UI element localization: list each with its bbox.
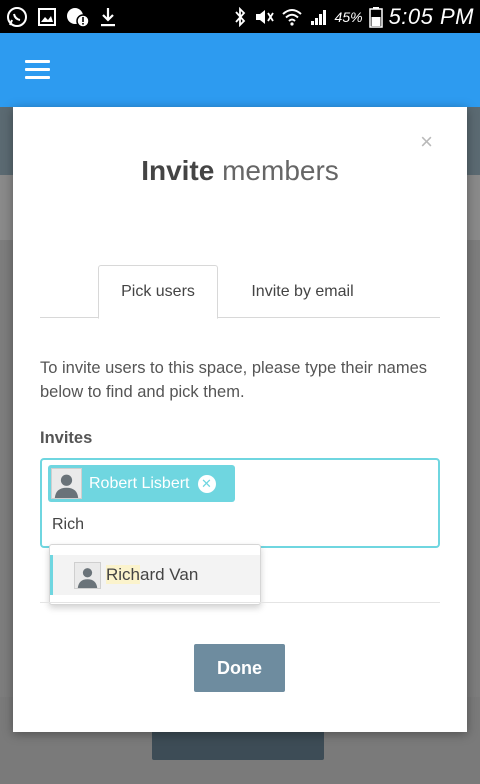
- suggestion-match-highlight: Rich: [106, 565, 141, 584]
- selected-user-chip: Robert Lisbert ✕: [48, 465, 235, 502]
- gallery-icon: [38, 7, 56, 26]
- battery-icon: [368, 6, 383, 28]
- bluetooth-icon: [234, 6, 245, 27]
- download-icon: [101, 7, 115, 26]
- done-button[interactable]: Done: [194, 644, 285, 692]
- remove-user-icon[interactable]: ✕: [197, 474, 216, 493]
- instructions-text: To invite users to this space, please ty…: [40, 359, 428, 401]
- signal-icon: [310, 9, 326, 25]
- whatsapp-icon: [7, 6, 27, 27]
- battery-percent: 45%: [334, 8, 363, 25]
- suggestion-item[interactable]: Richard Van: [50, 555, 260, 595]
- invite-members-modal: × Invite members Pick users Invite by em…: [13, 107, 467, 732]
- modal-title-rest: members: [222, 155, 339, 186]
- tab-pick-users[interactable]: Pick users: [98, 265, 218, 319]
- status-time: 5:05 PM: [388, 3, 474, 29]
- status-bar-system: 45% 5:05 PM: [233, 4, 474, 30]
- app-bar: [0, 33, 480, 107]
- invite-tabs: Pick users Invite by email: [40, 265, 440, 319]
- user-suggestions-dropdown: Richard Van: [49, 544, 261, 605]
- suggestion-name: Richard Van: [106, 565, 198, 585]
- user-search-input[interactable]: [52, 512, 422, 538]
- modal-title: Invite members: [13, 155, 467, 187]
- user-avatar-icon: [74, 561, 101, 589]
- selected-user-name: Robert Lisbert: [89, 474, 190, 492]
- invites-field[interactable]: Robert Lisbert ✕: [40, 458, 440, 548]
- status-bar-notifications: [6, 6, 117, 28]
- suggestion-name-rest: ard Van: [140, 565, 199, 584]
- notification-alert-icon: [67, 7, 90, 28]
- mute-icon: [255, 9, 274, 24]
- modal-title-bold: Invite: [141, 155, 215, 186]
- divider: [40, 602, 440, 603]
- wifi-icon: [281, 8, 302, 26]
- status-bar: 45% 5:05 PM: [0, 0, 480, 33]
- user-avatar-icon: [51, 468, 82, 499]
- tab-invite-by-email[interactable]: Invite by email: [230, 265, 375, 318]
- invites-label: Invites: [40, 429, 93, 447]
- close-icon[interactable]: ×: [420, 131, 433, 153]
- hamburger-menu-icon[interactable]: [25, 60, 50, 80]
